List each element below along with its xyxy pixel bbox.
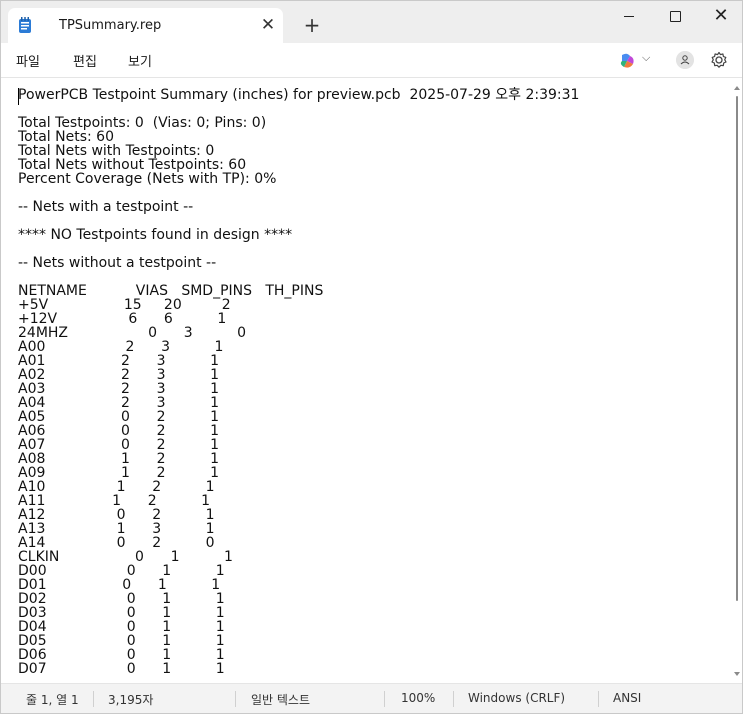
minimize-button[interactable] [606,1,652,33]
menu-bar: 파일 편집 보기 ⌵ [1,43,742,77]
maximize-button[interactable] [652,1,698,33]
document-line: **** NO Testpoints found in design **** [18,227,293,243]
maximize-icon [670,11,681,22]
notepad-window: TPSummary.rep ✕ + ✕ 파일 편집 보기 ⌵ PowerPCB … [0,0,743,714]
minimize-icon [624,16,634,17]
menu-file[interactable]: 파일 [16,51,40,70]
character-count: 3,195자 [108,693,154,707]
document-line: -- Nets without a testpoint -- [18,255,217,271]
cursor-position[interactable]: 줄 1, 열 1 [26,691,79,708]
settings-gear-icon[interactable] [709,50,729,70]
menu-view[interactable]: 보기 [128,51,152,70]
copilot-icon[interactable] [618,52,636,70]
new-tab-button[interactable]: + [299,13,325,37]
text-caret [18,88,19,105]
tab-title: TPSummary.rep [59,18,162,33]
notepad-icon [19,17,31,33]
document-line: Percent Coverage (Nets with TP): 0% [18,171,277,187]
chevron-down-icon[interactable]: ⌵ [642,51,650,65]
title-bar: TPSummary.rep ✕ + ✕ [1,1,742,43]
scrollbar-thumb[interactable] [736,96,738,601]
document-line: -- Nets with a testpoint -- [18,199,194,215]
scroll-down-arrow-icon[interactable] [734,672,740,676]
account-icon[interactable] [676,51,694,69]
document-text[interactable]: PowerPCB Testpoint Summary (inches) for … [18,88,579,676]
text-editor[interactable]: PowerPCB Testpoint Summary (inches) for … [1,78,742,683]
encoding[interactable]: ANSI [613,691,641,705]
status-divider [453,691,454,707]
document-line: D07 0 1 1 [18,661,225,677]
status-bar: 줄 1, 열 1 3,195자 일반 텍스트 100% Windows (CRL… [1,683,742,713]
menu-edit[interactable]: 편집 [73,51,97,70]
status-divider [93,691,94,707]
status-divider [598,691,599,707]
scroll-up-arrow-icon[interactable] [734,86,740,90]
document-tab[interactable]: TPSummary.rep ✕ [8,8,283,43]
close-tab-icon[interactable]: ✕ [256,13,280,37]
close-window-button[interactable]: ✕ [698,1,742,33]
document-line: PowerPCB Testpoint Summary (inches) for … [18,87,580,103]
zoom-level[interactable]: 100% [401,691,435,705]
line-ending[interactable]: Windows (CRLF) [468,691,565,705]
status-divider [235,691,236,707]
text-format[interactable]: 일반 텍스트 [251,691,310,708]
status-divider [384,691,385,707]
